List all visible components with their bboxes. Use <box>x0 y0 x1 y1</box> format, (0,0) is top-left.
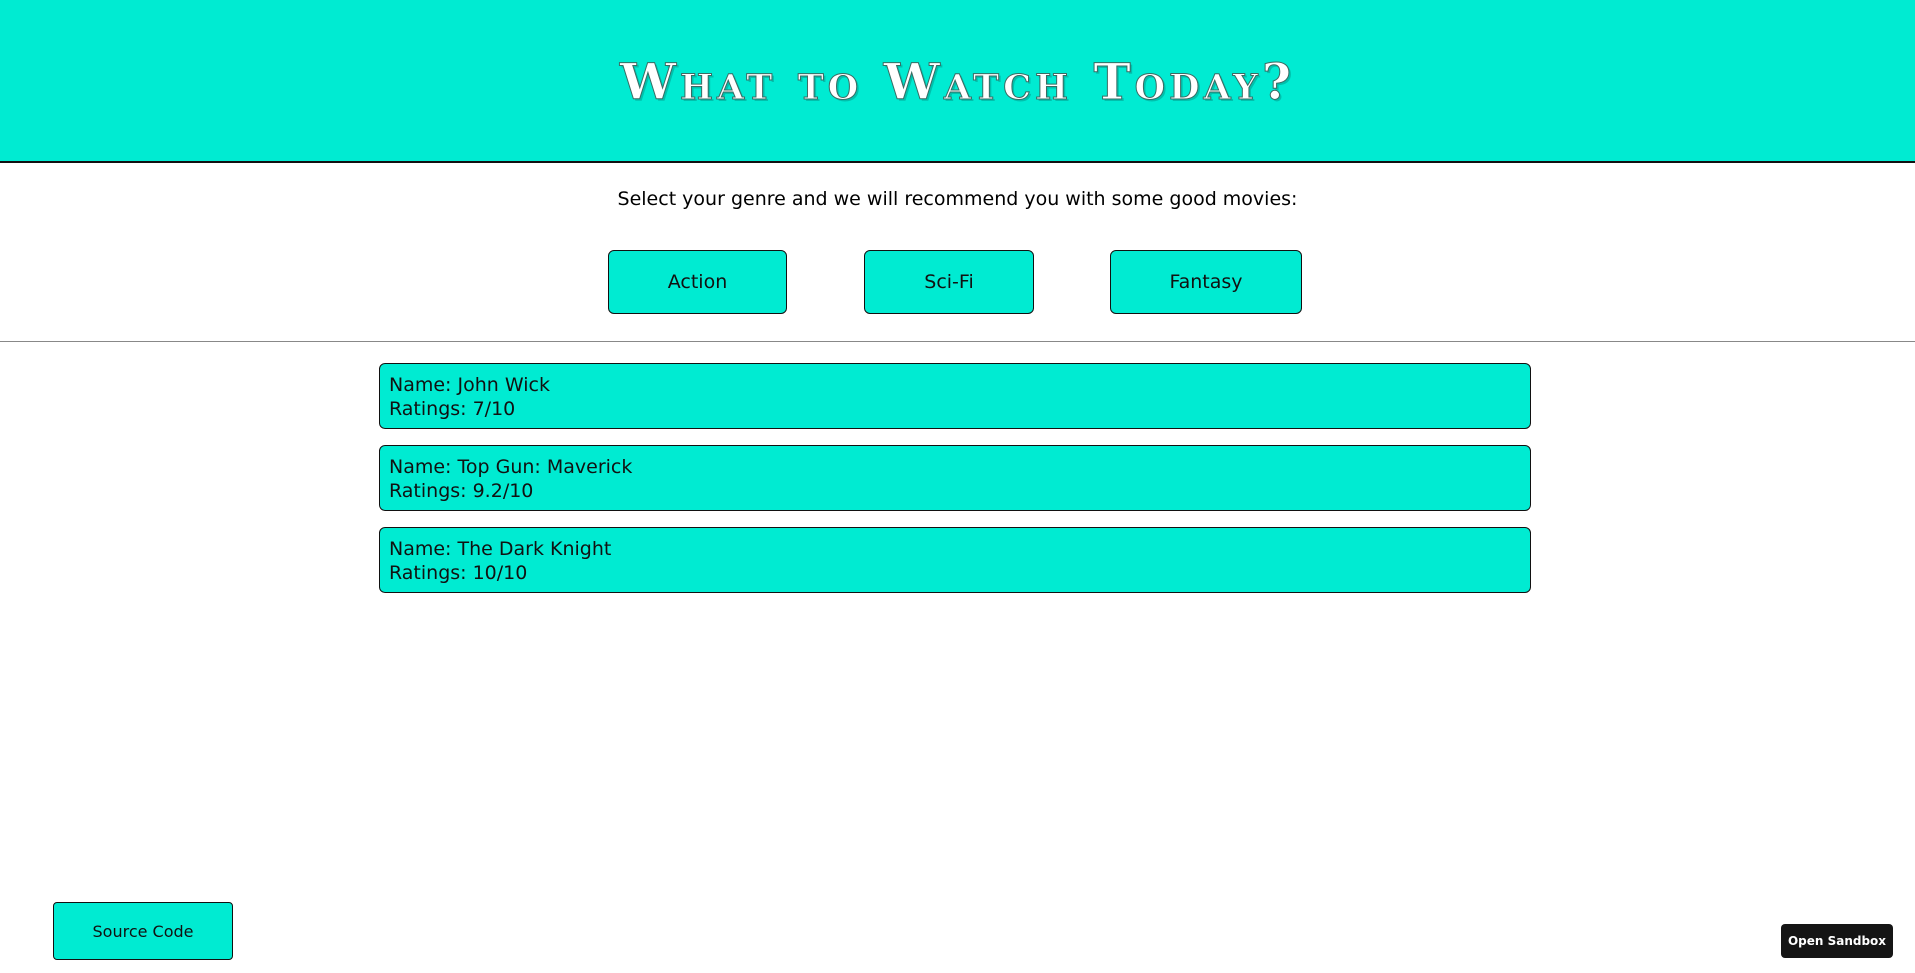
section-divider <box>0 341 1915 342</box>
movie-card: Name: Top Gun: Maverick Ratings: 9.2/10 <box>379 445 1531 511</box>
genre-button-fantasy[interactable]: Fantasy <box>1110 250 1302 314</box>
movie-rating: Ratings: 7/10 <box>389 398 516 420</box>
page-header: What to Watch Today? <box>0 0 1915 163</box>
open-sandbox-button[interactable]: Open Sandbox <box>1781 924 1893 958</box>
movie-name: Name: The Dark Knight <box>389 538 612 560</box>
movie-card: Name: John Wick Ratings: 7/10 <box>379 363 1531 429</box>
genre-prompt: Select your genre and we will recommend … <box>617 188 1298 210</box>
genre-button-action[interactable]: Action <box>608 250 787 314</box>
page-title: What to Watch Today? <box>619 52 1296 112</box>
movie-rating: Ratings: 9.2/10 <box>389 480 534 502</box>
movie-name: Name: John Wick <box>389 374 550 396</box>
source-code-button[interactable]: Source Code <box>53 902 233 960</box>
genre-button-sci-fi[interactable]: Sci-Fi <box>864 250 1034 314</box>
movie-name: Name: Top Gun: Maverick <box>389 456 633 478</box>
movie-card: Name: The Dark Knight Ratings: 10/10 <box>379 527 1531 593</box>
movie-rating: Ratings: 10/10 <box>389 562 528 584</box>
